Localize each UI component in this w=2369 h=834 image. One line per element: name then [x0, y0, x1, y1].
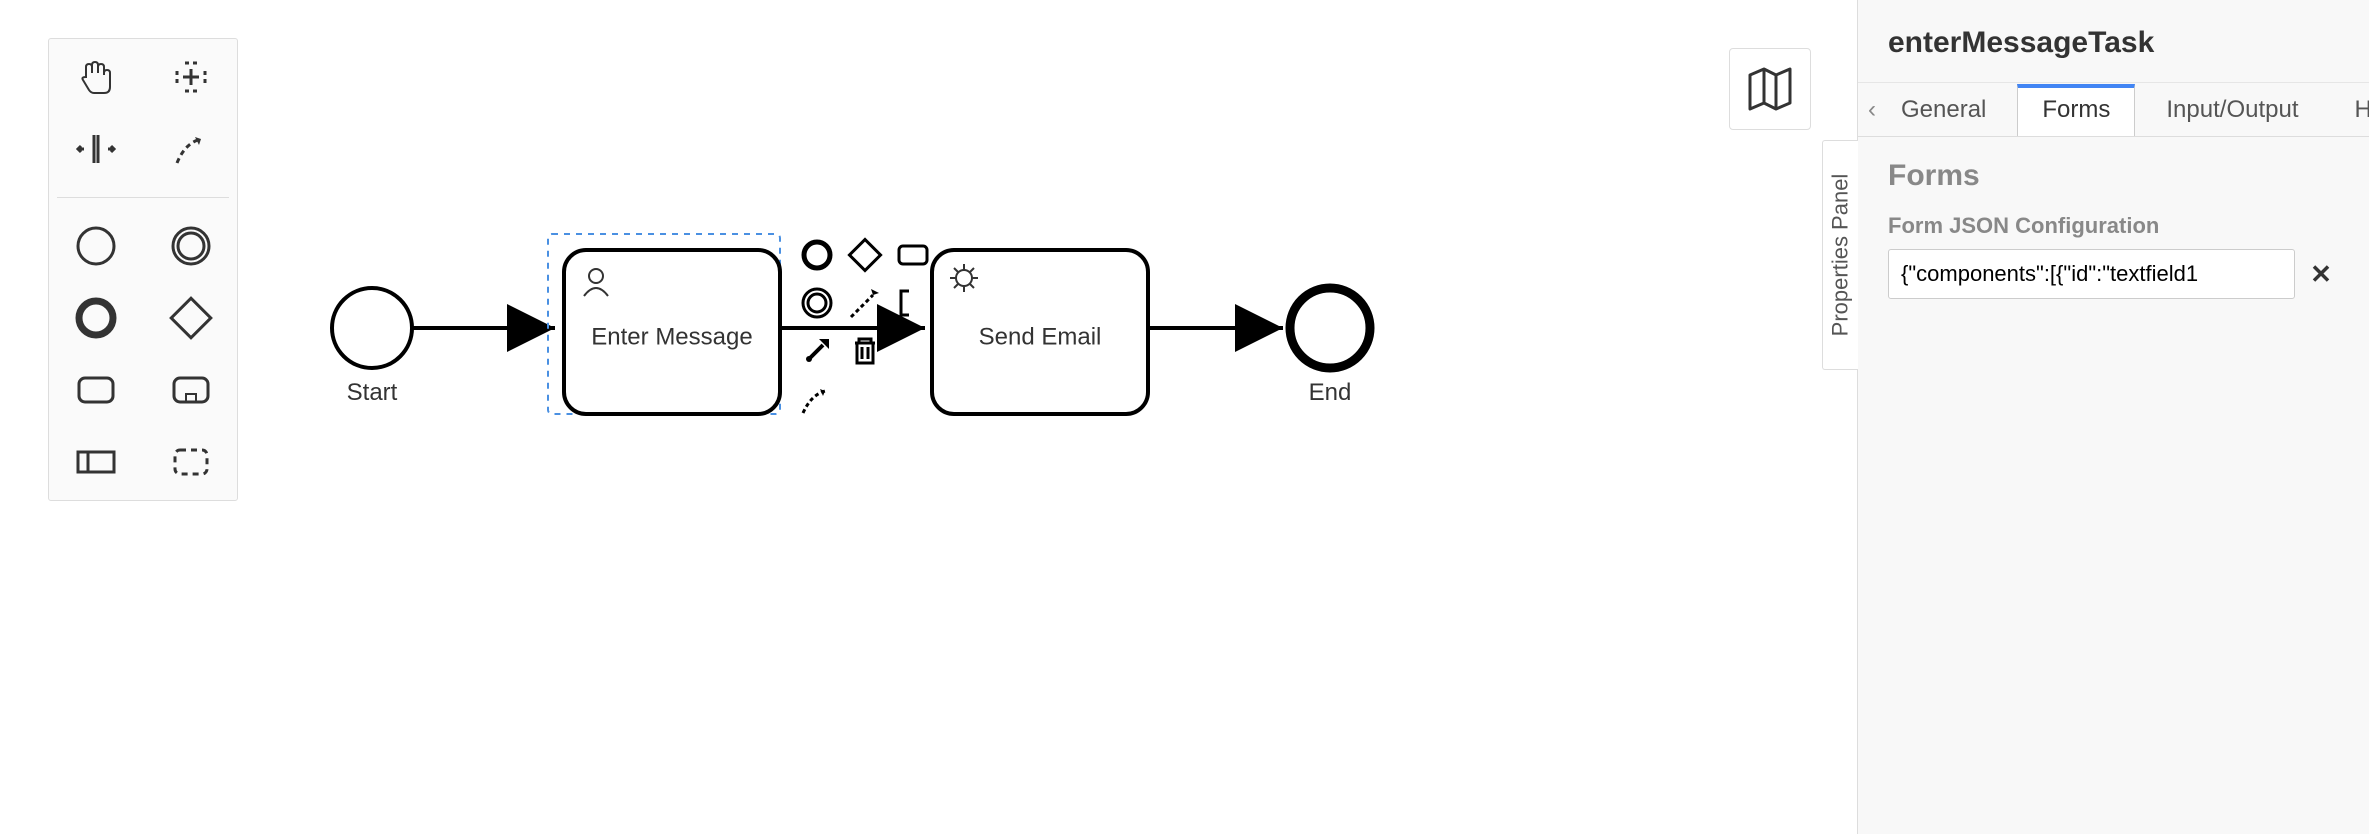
ctx-text-annotation[interactable] — [890, 280, 936, 326]
ctx-empty-3 — [890, 376, 936, 422]
ctx-empty-1 — [890, 328, 936, 374]
form-json-label: Form JSON Configuration — [1888, 213, 2339, 239]
task-send-email-label: Send Email — [979, 323, 1102, 350]
tabs-scroll-left[interactable]: ‹ — [1868, 84, 1876, 136]
properties-panel-toggle[interactable]: Properties Panel — [1822, 140, 1858, 370]
properties-panel: Properties Panel enterMessageTask ‹ Gene… — [1857, 0, 2369, 834]
start-event-node[interactable]: Start — [332, 288, 412, 406]
ctx-append-gateway[interactable] — [842, 232, 888, 278]
map-icon — [1744, 63, 1796, 115]
tab-forms[interactable]: Forms — [2017, 84, 2135, 136]
tab-history[interactable]: H — [2329, 83, 2369, 136]
tab-general[interactable]: General — [1876, 83, 2011, 136]
task-enter-message[interactable]: Enter Message — [548, 234, 780, 414]
start-event-label: Start — [347, 379, 398, 406]
ctx-connect[interactable] — [842, 280, 888, 326]
ctx-empty-2 — [842, 376, 888, 422]
ctx-replace[interactable] — [794, 376, 840, 422]
properties-tabs: ‹ General Forms Input/Output H › — [1858, 83, 2369, 137]
properties-title: enterMessageTask — [1858, 0, 2369, 83]
ctx-append-intermediate-event[interactable] — [794, 280, 840, 326]
end-event-node[interactable]: End — [1290, 288, 1370, 406]
ctx-append-task[interactable] — [890, 232, 936, 278]
form-json-clear[interactable]: ✕ — [2303, 256, 2339, 292]
context-pad — [794, 232, 936, 422]
form-json-input[interactable] — [1888, 249, 2295, 299]
ctx-change-type[interactable] — [794, 328, 840, 374]
properties-group-title: Forms — [1888, 159, 2339, 193]
task-send-email[interactable]: Send Email — [932, 250, 1148, 414]
end-event-label: End — [1309, 379, 1352, 406]
task-enter-message-label: Enter Message — [591, 323, 752, 350]
tab-input-output[interactable]: Input/Output — [2141, 83, 2323, 136]
ctx-append-end-event[interactable] — [794, 232, 840, 278]
minimap-toggle[interactable] — [1729, 48, 1811, 130]
ctx-delete[interactable] — [842, 328, 888, 374]
properties-panel-toggle-label: Properties Panel — [1828, 174, 1854, 337]
